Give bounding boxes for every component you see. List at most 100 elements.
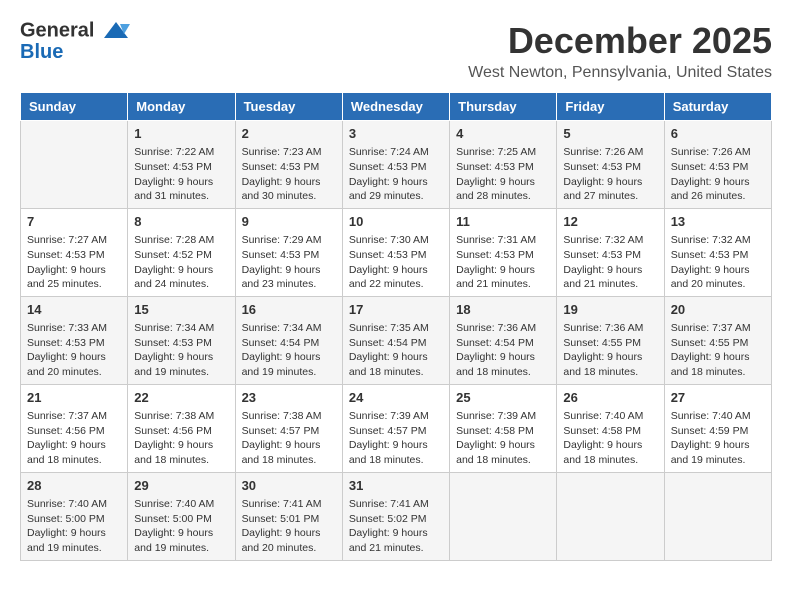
calendar-cell: 5Sunrise: 7:26 AM Sunset: 4:53 PM Daylig…	[557, 121, 664, 209]
calendar-cell: 19Sunrise: 7:36 AM Sunset: 4:55 PM Dayli…	[557, 296, 664, 384]
calendar-cell: 18 Sunrise: 7:36 AM Sunset: 4:54 PM Dayli…	[450, 296, 557, 384]
col-wednesday: Wednesday	[342, 93, 449, 121]
calendar-cell: 26Sunrise: 7:40 AM Sunset: 4:58 PM Dayli…	[557, 384, 664, 472]
day-number: 9	[242, 213, 336, 231]
day-info: Sunrise: 7:40 AM Sunset: 4:59 PM Dayligh…	[671, 409, 765, 468]
calendar-table: Sunday Monday Tuesday Wednesday Thursday…	[20, 92, 772, 561]
col-tuesday: Tuesday	[235, 93, 342, 121]
day-info: Sunrise: 7:22 AM Sunset: 4:53 PM Dayligh…	[134, 145, 228, 204]
calendar-cell: 7 Sunrise: 7:27 AM Sunset: 4:53 PM Daylig…	[21, 208, 128, 296]
calendar-cell: 16 Sunrise: 7:34 AM Sunset: 4:54 PM Dayli…	[235, 296, 342, 384]
col-sunday: Sunday	[21, 93, 128, 121]
calendar-cell	[557, 472, 664, 560]
calendar-week-1: 1 Sunrise: 7:22 AM Sunset: 4:53 PM Daylig…	[21, 121, 772, 209]
calendar-cell: 8Sunrise: 7:28 AM Sunset: 4:52 PM Daylig…	[128, 208, 235, 296]
day-number: 27	[671, 389, 765, 407]
logo: General Blue	[20, 20, 130, 62]
day-info: Sunrise: 7:37 AM Sunset: 4:56 PM Dayligh…	[27, 409, 121, 468]
calendar-cell: 24Sunrise: 7:39 AM Sunset: 4:57 PM Dayli…	[342, 384, 449, 472]
calendar-cell: 1 Sunrise: 7:22 AM Sunset: 4:53 PM Daylig…	[128, 121, 235, 209]
day-info: Sunrise: 7:41 AM Sunset: 5:02 PM Dayligh…	[349, 497, 443, 556]
month-title: December 2025	[468, 20, 772, 62]
day-number: 13	[671, 213, 765, 231]
day-number: 29	[134, 477, 228, 495]
title-area: December 2025 West Newton, Pennsylvania,…	[468, 20, 772, 82]
day-number: 24	[349, 389, 443, 407]
day-number: 7	[27, 213, 121, 231]
calendar-cell	[664, 472, 771, 560]
calendar-cell: 12 Sunrise: 7:32 AM Sunset: 4:53 PM Dayli…	[557, 208, 664, 296]
day-info: Sunrise: 7:40 AM Sunset: 5:00 PM Dayligh…	[134, 497, 228, 556]
day-info: Sunrise: 7:27 AM Sunset: 4:53 PM Dayligh…	[27, 233, 121, 292]
calendar-cell: 4 Sunrise: 7:25 AM Sunset: 4:53 PM Daylig…	[450, 121, 557, 209]
day-number: 2	[242, 125, 336, 143]
col-thursday: Thursday	[450, 93, 557, 121]
day-info: Sunrise: 7:26 AM Sunset: 4:53 PM Dayligh…	[671, 145, 765, 204]
header-row: Sunday Monday Tuesday Wednesday Thursday…	[21, 93, 772, 121]
calendar-cell	[21, 121, 128, 209]
logo-blue: Blue	[20, 42, 130, 62]
day-info: Sunrise: 7:24 AM Sunset: 4:53 PM Dayligh…	[349, 145, 443, 204]
calendar-cell: 22Sunrise: 7:38 AM Sunset: 4:56 PM Dayli…	[128, 384, 235, 472]
calendar-cell	[450, 472, 557, 560]
day-number: 12	[563, 213, 657, 231]
calendar-cell: 2 Sunrise: 7:23 AM Sunset: 4:53 PM Daylig…	[235, 121, 342, 209]
calendar-cell: 6 Sunrise: 7:26 AM Sunset: 4:53 PM Daylig…	[664, 121, 771, 209]
day-number: 26	[563, 389, 657, 407]
day-number: 3	[349, 125, 443, 143]
day-info: Sunrise: 7:26 AM Sunset: 4:53 PM Dayligh…	[563, 145, 657, 204]
day-number: 15	[134, 301, 228, 319]
day-number: 25	[456, 389, 550, 407]
calendar-week-2: 7 Sunrise: 7:27 AM Sunset: 4:53 PM Daylig…	[21, 208, 772, 296]
day-info: Sunrise: 7:25 AM Sunset: 4:53 PM Dayligh…	[456, 145, 550, 204]
calendar-cell: 13 Sunrise: 7:32 AM Sunset: 4:53 PM Dayli…	[664, 208, 771, 296]
day-info: Sunrise: 7:38 AM Sunset: 4:57 PM Dayligh…	[242, 409, 336, 468]
day-info: Sunrise: 7:31 AM Sunset: 4:53 PM Dayligh…	[456, 233, 550, 292]
day-number: 16	[242, 301, 336, 319]
day-number: 18	[456, 301, 550, 319]
day-number: 1	[134, 125, 228, 143]
calendar-cell: 20Sunrise: 7:37 AM Sunset: 4:55 PM Dayli…	[664, 296, 771, 384]
day-number: 19	[563, 301, 657, 319]
day-info: Sunrise: 7:23 AM Sunset: 4:53 PM Dayligh…	[242, 145, 336, 204]
calendar-week-5: 28 Sunrise: 7:40 AM Sunset: 5:00 PM Dayli…	[21, 472, 772, 560]
day-number: 23	[242, 389, 336, 407]
calendar-cell: 31Sunrise: 7:41 AM Sunset: 5:02 PM Dayli…	[342, 472, 449, 560]
calendar-cell: 9 Sunrise: 7:29 AM Sunset: 4:53 PM Daylig…	[235, 208, 342, 296]
header: General Blue December 2025 West Newton, …	[20, 20, 772, 82]
calendar-cell: 21 Sunrise: 7:37 AM Sunset: 4:56 PM Dayli…	[21, 384, 128, 472]
calendar-cell: 29 Sunrise: 7:40 AM Sunset: 5:00 PM Dayli…	[128, 472, 235, 560]
day-info: Sunrise: 7:40 AM Sunset: 5:00 PM Dayligh…	[27, 497, 121, 556]
calendar-cell: 17Sunrise: 7:35 AM Sunset: 4:54 PM Dayli…	[342, 296, 449, 384]
day-info: Sunrise: 7:37 AM Sunset: 4:55 PM Dayligh…	[671, 321, 765, 380]
day-info: Sunrise: 7:34 AM Sunset: 4:54 PM Dayligh…	[242, 321, 336, 380]
day-info: Sunrise: 7:41 AM Sunset: 5:01 PM Dayligh…	[242, 497, 336, 556]
day-info: Sunrise: 7:29 AM Sunset: 4:53 PM Dayligh…	[242, 233, 336, 292]
day-number: 30	[242, 477, 336, 495]
day-info: Sunrise: 7:33 AM Sunset: 4:53 PM Dayligh…	[27, 321, 121, 380]
calendar-cell: 25 Sunrise: 7:39 AM Sunset: 4:58 PM Dayli…	[450, 384, 557, 472]
day-number: 22	[134, 389, 228, 407]
calendar-cell: 28 Sunrise: 7:40 AM Sunset: 5:00 PM Dayli…	[21, 472, 128, 560]
col-saturday: Saturday	[664, 93, 771, 121]
day-number: 28	[27, 477, 121, 495]
calendar-cell: 15 Sunrise: 7:34 AM Sunset: 4:53 PM Dayli…	[128, 296, 235, 384]
calendar-week-4: 21 Sunrise: 7:37 AM Sunset: 4:56 PM Dayli…	[21, 384, 772, 472]
day-info: Sunrise: 7:30 AM Sunset: 4:53 PM Dayligh…	[349, 233, 443, 292]
day-number: 17	[349, 301, 443, 319]
day-number: 11	[456, 213, 550, 231]
day-number: 6	[671, 125, 765, 143]
calendar-cell: 3 Sunrise: 7:24 AM Sunset: 4:53 PM Daylig…	[342, 121, 449, 209]
calendar-cell: 14Sunrise: 7:33 AM Sunset: 4:53 PM Dayli…	[21, 296, 128, 384]
day-number: 21	[27, 389, 121, 407]
day-number: 10	[349, 213, 443, 231]
day-info: Sunrise: 7:34 AM Sunset: 4:53 PM Dayligh…	[134, 321, 228, 380]
day-info: Sunrise: 7:32 AM Sunset: 4:53 PM Dayligh…	[563, 233, 657, 292]
calendar-week-3: 14Sunrise: 7:33 AM Sunset: 4:53 PM Dayli…	[21, 296, 772, 384]
day-info: Sunrise: 7:32 AM Sunset: 4:53 PM Dayligh…	[671, 233, 765, 292]
day-number: 8	[134, 213, 228, 231]
day-number: 4	[456, 125, 550, 143]
calendar-cell: 30 Sunrise: 7:41 AM Sunset: 5:01 PM Dayli…	[235, 472, 342, 560]
day-info: Sunrise: 7:39 AM Sunset: 4:58 PM Dayligh…	[456, 409, 550, 468]
day-info: Sunrise: 7:36 AM Sunset: 4:54 PM Dayligh…	[456, 321, 550, 380]
